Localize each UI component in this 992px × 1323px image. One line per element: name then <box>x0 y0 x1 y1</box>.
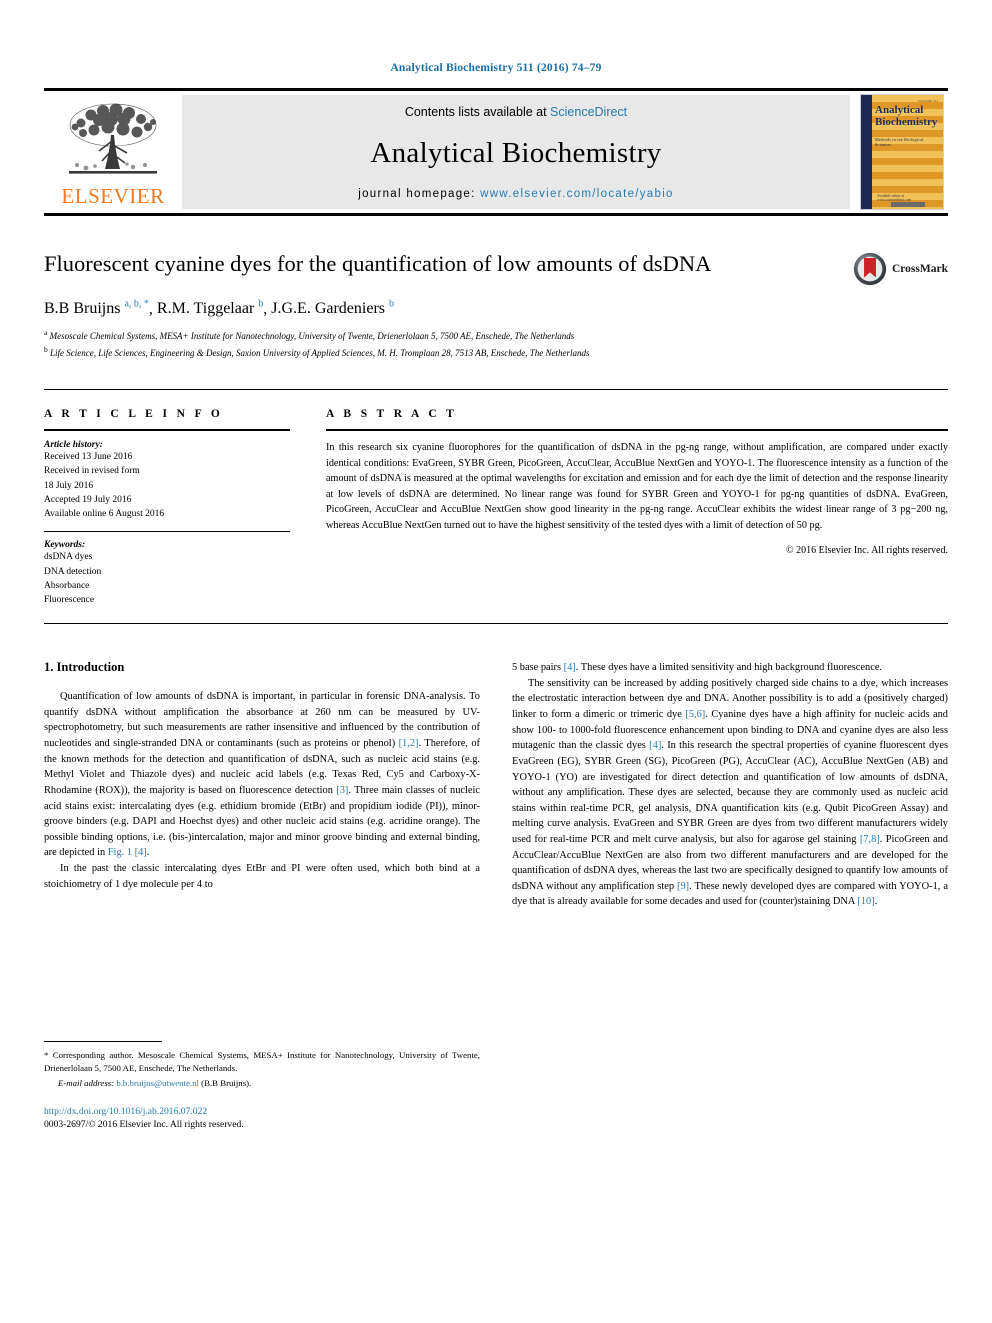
abstract-text: In this research six cyanine fluorophore… <box>326 442 948 531</box>
journal-homepage-line: journal homepage: www.elsevier.com/locat… <box>358 188 674 200</box>
body-column-right: 5 base pairs [4]. These dyes have a limi… <box>512 660 948 1130</box>
cover-title: Analytical Biochemistry <box>875 104 939 128</box>
affiliation-list: a Mesoscale Chemical Systems, MESA+ Inst… <box>44 327 948 361</box>
body-paragraph: Quantification of low amounts of dsDNA i… <box>44 691 480 859</box>
citation-link[interactable]: [4] <box>135 847 147 858</box>
author-item: B.B Bruijns a, b, * <box>44 298 149 318</box>
issn-copyright-line: 0003-2697/© 2016 Elsevier Inc. All right… <box>44 1119 244 1131</box>
email-label: E-mail address: <box>58 1078 115 1089</box>
elsevier-wordmark: ELSEVIER <box>61 184 165 208</box>
article-page: Analytical Biochemistry 511 (2016) 74–79 <box>0 0 992 1323</box>
cover-subtitle: Methods in the Biological Sciences <box>875 137 924 147</box>
citation-link[interactable]: [1,2] <box>399 738 419 749</box>
elsevier-tree-icon <box>69 103 157 174</box>
citation-link[interactable]: [4] <box>564 662 576 673</box>
crossmark-label: CrossMark <box>891 263 948 275</box>
cover-volume-code: VOLUME 511 <box>917 99 938 103</box>
email-link[interactable]: b.b.bruijns@utwente.nl <box>116 1078 199 1088</box>
section-title-introduction: 1. Introduction <box>44 660 125 675</box>
author-name: R.M. Tiggelaar <box>156 300 255 318</box>
article-history-label: Article history: <box>44 440 103 450</box>
journal-title: Analytical Biochemistry <box>370 137 662 169</box>
contents-prefix: Contents lists available at <box>404 105 551 119</box>
author-name: J.G.E. Gardeniers <box>271 300 386 318</box>
abstract-heading: A B S T R A C T <box>326 408 458 420</box>
divider <box>44 531 290 533</box>
doi-link[interactable]: http://dx.doi.org/10.1016/j.ab.2016.07.0… <box>44 1106 480 1117</box>
cover-publisher-bar <box>891 202 925 207</box>
author-separator: , <box>148 300 157 318</box>
elsevier-logo: ELSEVIER <box>44 95 182 209</box>
sciencedirect-banner: Contents lists available at ScienceDirec… <box>182 95 850 209</box>
affiliation-mark: b <box>44 345 48 355</box>
cover-spine <box>861 95 872 209</box>
citation-link[interactable]: [10] <box>857 896 874 907</box>
abstract-copyright: © 2016 Elsevier Inc. All rights reserved… <box>785 545 948 556</box>
article-history-item: Accepted 19 July 2016 <box>44 494 132 505</box>
author-item: J.G.E. Gardeniers b <box>271 298 395 318</box>
divider <box>326 429 948 431</box>
cover-art: VOLUME 511 Analytical Biochemistry Metho… <box>860 94 944 210</box>
citation-link[interactable]: [5,6] <box>685 709 705 720</box>
keywords-label: Keywords: <box>44 540 86 551</box>
sciencedirect-link[interactable]: ScienceDirect <box>550 105 627 119</box>
figure-link[interactable]: Fig. 1 <box>108 847 132 858</box>
author-marks: a, b, * <box>124 298 149 310</box>
journal-homepage-link[interactable]: www.elsevier.com/locate/yabio <box>480 188 674 200</box>
affiliation-item: a Mesoscale Chemical Systems, MESA+ Inst… <box>44 327 948 344</box>
article-history-item: Received 13 June 2016 <box>44 452 133 462</box>
author-name: B.B Bruijns <box>44 300 121 318</box>
article-history-item: Available online 6 August 2016 <box>44 509 165 519</box>
email-note: E-mail address: b.b.bruijns@utwente.nl (… <box>44 1077 480 1090</box>
author-marks: b <box>389 298 395 310</box>
abstract-column: A B S T R A C T In this research six cya… <box>312 408 948 607</box>
keyword-item: dsDNA dyes <box>44 552 93 563</box>
homepage-prefix: journal homepage: <box>358 188 481 200</box>
article-info-column: A R T I C L E I N F O Article history: R… <box>44 408 312 607</box>
article-title: Fluorescent cyanine dyes for the quantif… <box>44 251 712 276</box>
body-column-left: 1. Introduction Quantification of low am… <box>44 660 480 1130</box>
crossmark-badge[interactable]: CrossMark <box>853 252 948 286</box>
keyword-item: DNA detection <box>44 566 102 577</box>
author-list: B.B Bruijns a, b, *, R.M. Tiggelaar b, J… <box>44 299 948 318</box>
email-owner: (B.B Bruijns). <box>201 1078 252 1089</box>
body-paragraph: The sensitivity can be increased by addi… <box>512 677 949 908</box>
body-paragraph: 5 base pairs [4]. These dyes have a limi… <box>512 662 883 674</box>
affiliation-item: b Life Science, Life Sciences, Engineeri… <box>44 344 948 361</box>
article-history-item: Received in revised form <box>44 466 140 477</box>
citation-link[interactable]: [3] <box>336 785 348 796</box>
crossmark-icon <box>853 252 887 286</box>
journal-cover-thumbnail: VOLUME 511 Analytical Biochemistry Metho… <box>856 94 948 210</box>
affiliation-text: Mesoscale Chemical Systems, MESA+ Instit… <box>49 331 575 342</box>
footnote-rule <box>44 1040 162 1042</box>
citation-link[interactable]: [4] <box>649 740 661 751</box>
divider <box>44 429 290 431</box>
citation-link[interactable]: [7,8] <box>860 834 880 845</box>
affiliation-text: Life Science, Life Sciences, Engineering… <box>50 348 590 359</box>
keyword-item: Fluorescence <box>44 595 95 605</box>
cover-title-line1: Analytical <box>875 104 924 116</box>
corresponding-author-note: * Corresponding author. Mesoscale Chemic… <box>44 1049 480 1073</box>
article-info-heading: A R T I C L E I N F O <box>44 408 224 420</box>
keyword-item: Absorbance <box>44 580 90 591</box>
journal-masthead: ELSEVIER Contents lists available at Sci… <box>44 88 948 216</box>
affiliation-mark: a <box>44 328 48 338</box>
contents-available-line: Contents lists available at ScienceDirec… <box>405 105 627 119</box>
body-columns: 1. Introduction Quantification of low am… <box>44 660 948 1130</box>
cover-title-line2: Biochemistry <box>875 115 938 128</box>
citation-link[interactable]: [9] <box>677 881 689 892</box>
running-head: Analytical Biochemistry 511 (2016) 74–79 <box>390 62 602 74</box>
info-abstract-area: A R T I C L E I N F O Article history: R… <box>44 389 948 625</box>
body-paragraph: In the past the classic intercalating dy… <box>44 862 480 890</box>
article-history-item: 18 July 2016 <box>44 480 94 491</box>
footnote-block: * Corresponding author. Mesoscale Chemic… <box>44 1040 480 1131</box>
author-item: R.M. Tiggelaar b <box>156 299 263 318</box>
cover-footer: Available online at www.sciencedirect.co… <box>877 194 912 202</box>
title-block: Fluorescent cyanine dyes for the quantif… <box>44 250 948 361</box>
